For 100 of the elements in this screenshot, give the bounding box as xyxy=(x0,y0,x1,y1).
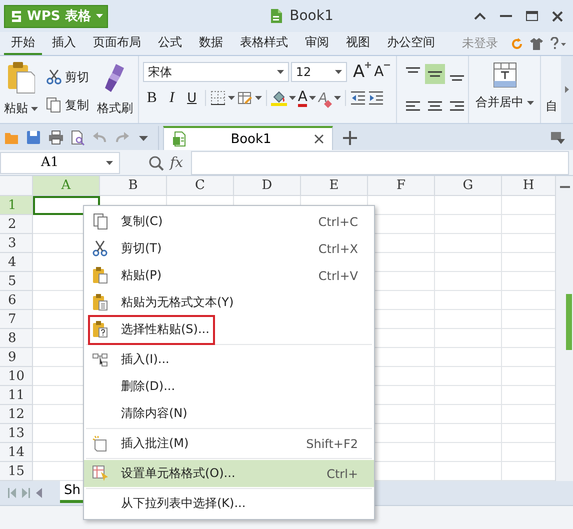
group-label: 自 xyxy=(544,98,558,115)
grow-font-button[interactable]: A xyxy=(352,62,371,82)
menu-tab[interactable]: 视图 xyxy=(339,32,377,55)
menu-item[interactable]: 插入批注(M) Shift+F2 xyxy=(84,430,374,457)
clear-format-button[interactable]: A xyxy=(318,88,342,108)
close-icon[interactable] xyxy=(314,134,324,144)
note-icon xyxy=(92,435,108,452)
minus-icon xyxy=(384,62,390,68)
column-header[interactable]: F xyxy=(368,176,435,196)
menu-tab[interactable]: 公式 xyxy=(151,32,189,55)
bold-button[interactable]: B xyxy=(142,88,161,108)
shortcut-label: Ctrl+ xyxy=(326,466,358,480)
borders-button[interactable] xyxy=(210,88,235,108)
menu-item[interactable]: 粘贴(P) Ctrl+V xyxy=(84,262,374,289)
menu-tab[interactable]: 审阅 xyxy=(298,32,336,55)
menu-item[interactable]: 从下拉列表中选择(K)... xyxy=(84,490,374,517)
menu-item[interactable]: 剪切(T) Ctrl+X xyxy=(84,235,374,262)
menu-tab[interactable]: 插入 xyxy=(45,32,83,55)
column-header[interactable]: D xyxy=(234,176,301,196)
grid-icon xyxy=(210,90,226,106)
menu-tab[interactable]: 表格样式 xyxy=(233,32,295,55)
document-tab[interactable]: Book1 xyxy=(163,126,333,150)
menu-item[interactable]: 清除内容(N) xyxy=(84,400,374,427)
row-header[interactable]: 9 xyxy=(0,348,33,367)
row-header[interactable]: 14 xyxy=(0,443,33,462)
shortcut-label: Shift+F2 xyxy=(306,436,358,450)
row-header[interactable]: 8 xyxy=(0,329,33,348)
row-header[interactable]: 10 xyxy=(0,367,33,386)
row-header[interactable]: 3 xyxy=(0,234,33,253)
merge-center-button[interactable]: 合并居中 xyxy=(476,60,534,123)
font-size-field[interactable]: 12 xyxy=(290,62,347,82)
column-header[interactable]: C xyxy=(167,176,234,196)
name-box[interactable]: A1 xyxy=(0,152,120,174)
plus-icon xyxy=(364,62,371,68)
row-header[interactable]: 15 xyxy=(0,462,33,481)
format-painter-button[interactable]: 格式刷 xyxy=(97,60,133,123)
align-center-icon xyxy=(428,100,442,110)
shortcut-label: Ctrl+X xyxy=(318,242,358,256)
scrollbar[interactable] xyxy=(555,176,573,481)
row-header[interactable]: 7 xyxy=(0,310,33,329)
tree-boxes-icon xyxy=(92,351,108,368)
menu-item[interactable]: 粘贴为无格式文本(Y) xyxy=(84,289,374,316)
formula-input[interactable] xyxy=(191,150,569,174)
menu-item[interactable]: 删除(D)... xyxy=(84,373,374,400)
menu-tab[interactable]: 数据 xyxy=(192,32,230,55)
align-right-icon xyxy=(450,100,464,110)
caret-icon xyxy=(31,106,38,110)
menu-tab[interactable]: 页面布局 xyxy=(86,32,148,55)
row-header[interactable]: 5 xyxy=(0,272,33,291)
menu-item[interactable]: 复制(C) Ctrl+C xyxy=(84,208,374,235)
menu-tab[interactable]: 办公空间 xyxy=(380,32,442,55)
align-button[interactable] xyxy=(424,64,445,84)
shirt-icon[interactable] xyxy=(530,38,543,50)
copy-button[interactable]: 复制 xyxy=(46,94,89,116)
maximize-icon[interactable] xyxy=(526,11,538,21)
font-name-field[interactable]: 宋体 xyxy=(142,62,289,82)
row-header[interactable]: 6 xyxy=(0,291,33,310)
print-icon[interactable] xyxy=(48,130,64,146)
column-header[interactable]: G xyxy=(435,176,502,196)
shrink-font-button[interactable]: A xyxy=(372,62,391,82)
menu-item[interactable]: 插入(I)... xyxy=(84,346,374,373)
menu-item[interactable]: 选择性粘贴(S)... xyxy=(84,316,374,343)
print-preview-icon[interactable] xyxy=(70,130,86,146)
underline-button[interactable]: U xyxy=(182,88,201,108)
clipboard-question-icon xyxy=(92,321,108,338)
column-header[interactable]: B xyxy=(100,176,167,196)
spreadsheet-doc-icon xyxy=(172,131,188,147)
scrollbar-thumb[interactable] xyxy=(566,294,572,350)
insert-function-button[interactable]: fx xyxy=(170,154,184,170)
column-header[interactable]: H xyxy=(502,176,556,196)
paste-button[interactable]: 粘贴 xyxy=(4,60,38,123)
caret-icon xyxy=(254,96,262,100)
caret-icon xyxy=(309,96,316,100)
row-header[interactable]: 2 xyxy=(0,215,33,234)
new-tab-icon[interactable] xyxy=(343,131,357,145)
previous-sheet-icon[interactable] xyxy=(36,488,42,498)
column-header[interactable]: E xyxy=(301,176,368,196)
decrease-indent-icon[interactable] xyxy=(350,90,366,106)
scroll-right-icon[interactable] xyxy=(565,86,570,93)
close-icon[interactable] xyxy=(552,10,563,22)
row-header[interactable]: 13 xyxy=(0,424,33,443)
cut-button[interactable]: 剪切 xyxy=(46,66,89,88)
zoom-icon[interactable] xyxy=(148,154,164,170)
caret-icon xyxy=(288,96,296,100)
italic-button[interactable]: I xyxy=(162,88,181,108)
align-bottom-icon xyxy=(450,75,464,81)
row-header[interactable]: 4 xyxy=(0,253,33,272)
align-left-icon xyxy=(406,100,420,110)
save-icon[interactable] xyxy=(26,130,42,146)
paint-bucket-icon xyxy=(270,90,287,106)
font-color-button[interactable]: A xyxy=(298,88,316,108)
help-icon[interactable] xyxy=(550,37,567,50)
minimize-icon[interactable] xyxy=(500,12,512,20)
menu-item[interactable]: 设置单元格格式(O)... Ctrl+ xyxy=(84,460,374,487)
sheet-tab[interactable]: Sh xyxy=(60,481,84,503)
increase-indent-icon[interactable] xyxy=(368,90,384,106)
row-header[interactable]: 12 xyxy=(0,405,33,424)
panel-menu-icon[interactable] xyxy=(551,132,565,144)
shortcut-label: Ctrl+V xyxy=(318,268,358,282)
row-header[interactable]: 11 xyxy=(0,386,33,405)
